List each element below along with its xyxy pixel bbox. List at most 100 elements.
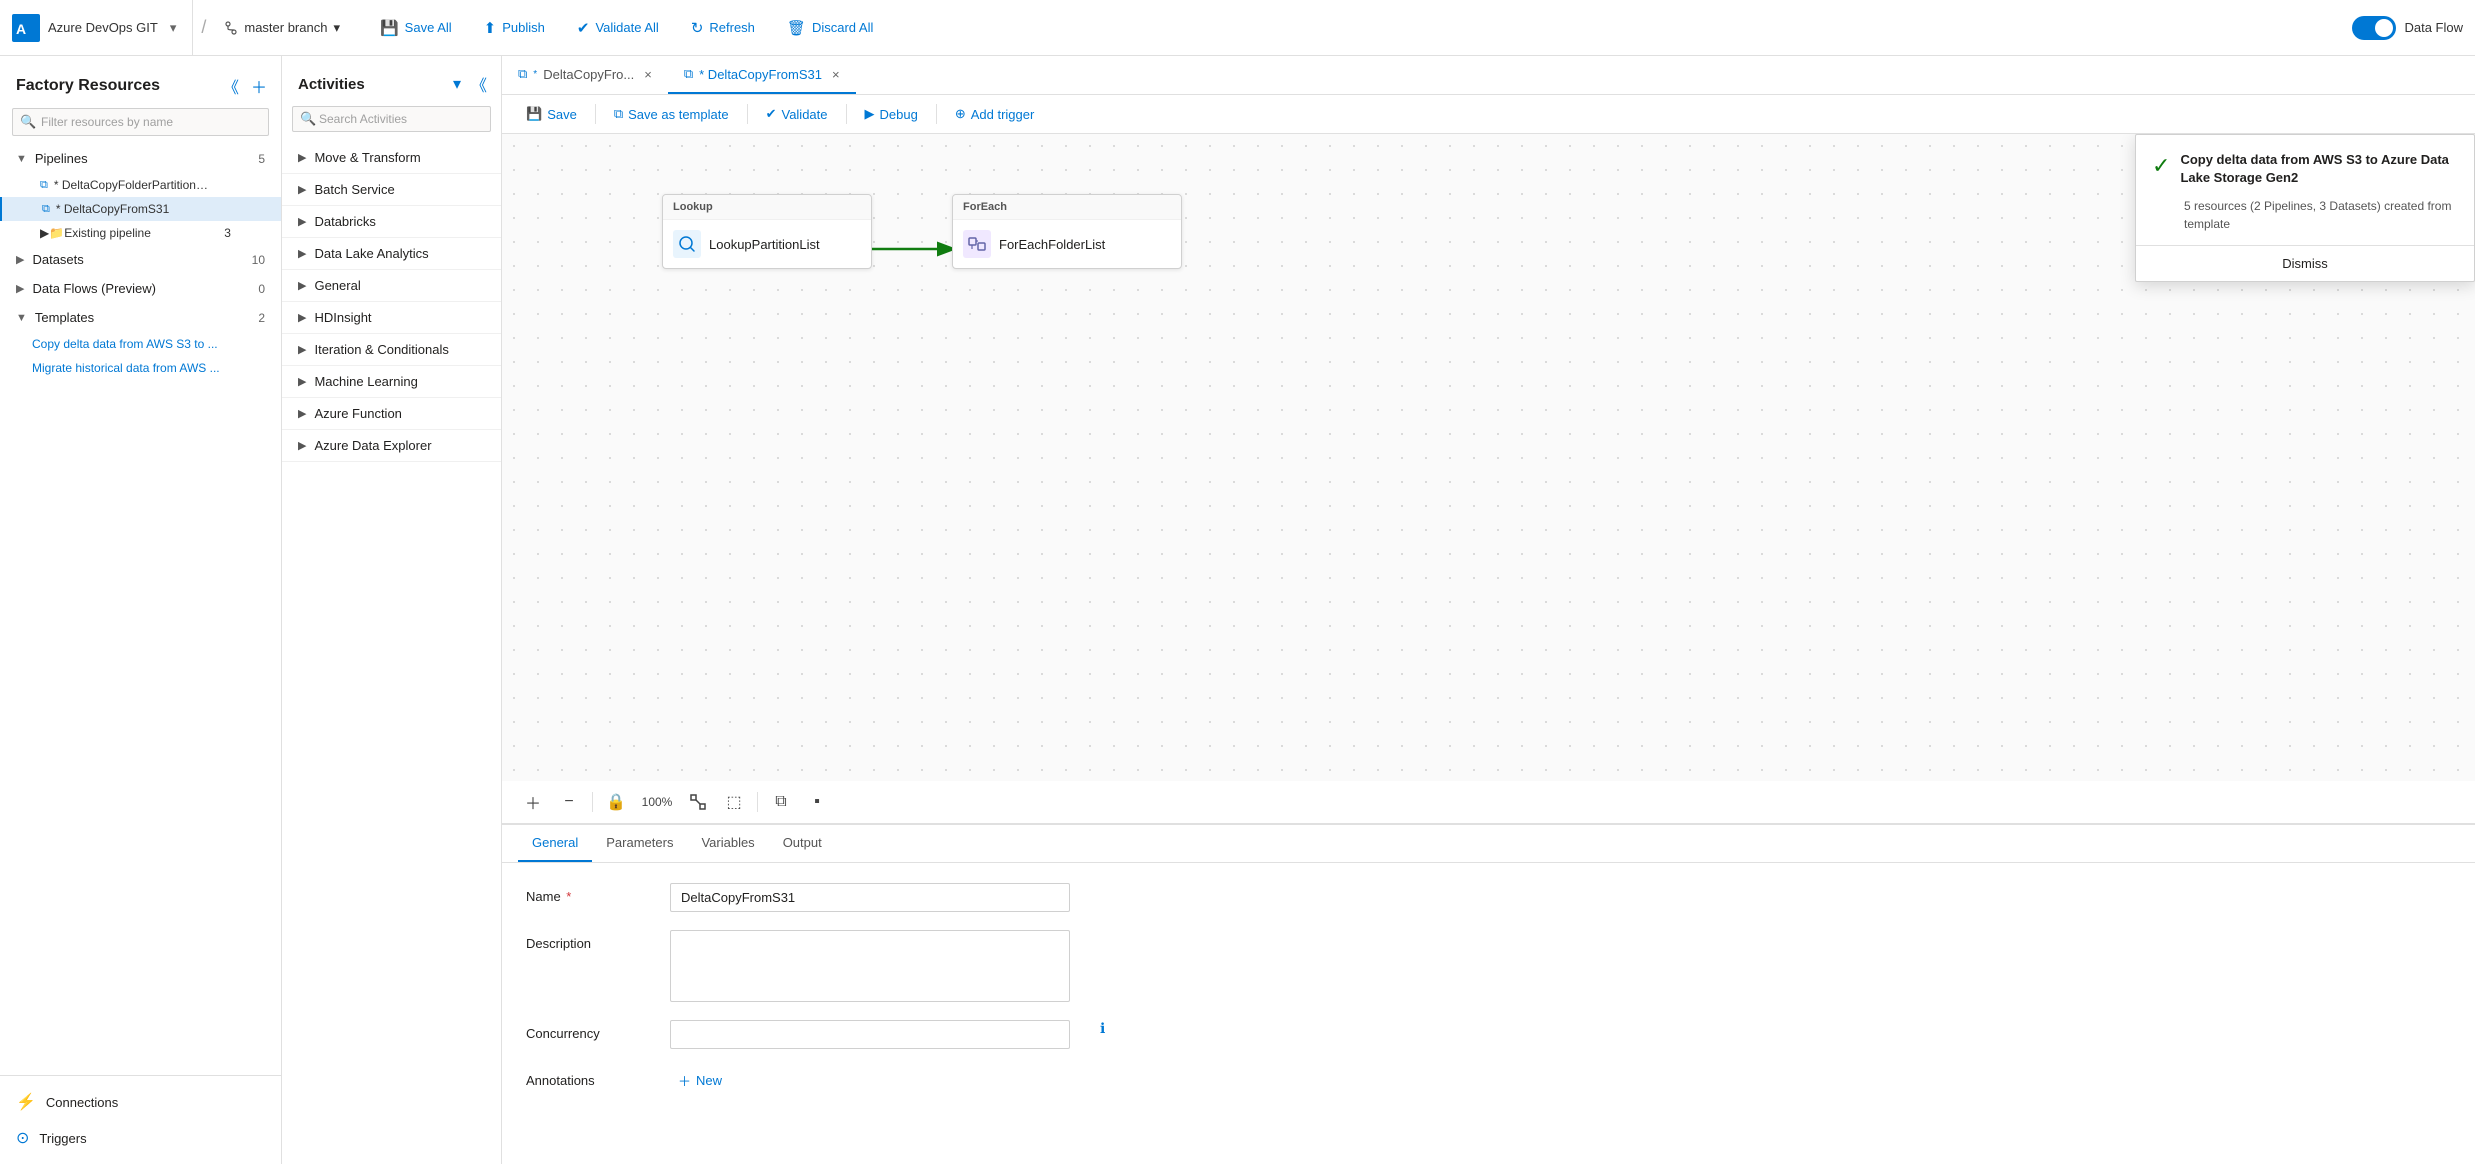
tab1-icon: ⧉ — [518, 66, 527, 82]
annotations-new-button[interactable]: ＋ New — [670, 1067, 730, 1094]
fit-screen-icon-btn[interactable] — [683, 787, 713, 817]
concurrency-input[interactable] — [670, 1020, 1070, 1049]
activity-group-azure-data-explorer[interactable]: ▶ Azure Data Explorer — [282, 430, 501, 462]
canvas-tab-1[interactable]: ⧉ * DeltaCopyFro... × — [502, 56, 668, 94]
sidebar-pipeline-item-1[interactable]: ⧉ * DeltaCopyFolderPartitionFr... — [0, 173, 281, 197]
sidebar-triggers[interactable]: ⊙ Triggers — [0, 1120, 281, 1156]
branch-selector[interactable]: master branch ▾ — [214, 16, 350, 40]
general-label: General — [314, 278, 360, 293]
select-icon-btn[interactable]: ⬚ — [719, 787, 749, 817]
tab2-close-icon[interactable]: × — [832, 67, 840, 82]
triggers-label: Triggers — [39, 1131, 86, 1146]
tab1-close-icon[interactable]: × — [644, 67, 652, 82]
dataflow-toggle[interactable] — [2352, 16, 2396, 40]
add-icon-btn[interactable]: ＋ — [518, 787, 548, 817]
dataflow-toggle-section: Data Flow — [2352, 16, 2463, 40]
sidebar-search-input[interactable] — [12, 108, 269, 136]
canvas-validate-button[interactable]: ✔ Validate — [754, 101, 840, 127]
save-all-button[interactable]: 💾 Save All — [366, 13, 466, 43]
canvas-save-button[interactable]: 💾 Save — [514, 101, 589, 127]
concurrency-info-icon[interactable]: ℹ — [1100, 1020, 1105, 1037]
validate-all-icon: ✔ — [577, 19, 590, 37]
left-sidebar: Factory Resources 《 ＋ 🔍 ▼ Pipelines 5 ⧉ … — [0, 56, 282, 1164]
activities-search-icon: 🔍 — [300, 111, 316, 127]
activity-group-iteration-conditionals[interactable]: ▶ Iteration & Conditionals — [282, 334, 501, 366]
notification-body: 5 resources (2 Pipelines, 3 Datasets) cr… — [2136, 197, 2474, 245]
activity-group-batch-service[interactable]: ▶ Batch Service — [282, 174, 501, 206]
sidebar-pipeline-item-2[interactable]: ⧉ * DeltaCopyFromS31 — [0, 197, 281, 221]
dataflows-count: 0 — [258, 282, 265, 296]
name-input[interactable] — [670, 883, 1070, 912]
debug-button[interactable]: ▶ Debug — [853, 101, 930, 127]
sidebar-item-pipelines[interactable]: ▼ Pipelines 5 — [0, 144, 281, 173]
databricks-label: Databricks — [314, 214, 375, 229]
foreach-node-body: ForEachFolderList — [953, 220, 1181, 268]
prop-content: Name * Description Concurrency ℹ Annotat… — [502, 863, 2475, 1114]
foreach-node[interactable]: ForEach ForEachFolderList — [952, 194, 1182, 269]
publish-button[interactable]: ⬆ Publish — [470, 13, 559, 43]
layout-icon-btn[interactable]: ⧉ — [766, 787, 796, 817]
activities-close-btn[interactable]: 《 — [469, 70, 489, 98]
general-expand-icon: ▶ — [298, 279, 306, 292]
debug-icon: ▶ — [865, 106, 875, 122]
validate-all-button[interactable]: ✔ Validate All — [563, 13, 673, 43]
annotations-content: ＋ New — [670, 1067, 730, 1094]
prop-tab-parameters[interactable]: Parameters — [592, 825, 687, 862]
refresh-button[interactable]: ↻ Refresh — [677, 13, 769, 43]
prop-tab-output[interactable]: Output — [769, 825, 836, 862]
activity-group-machine-learning[interactable]: ▶ Machine Learning — [282, 366, 501, 398]
zoom100-icon-btn[interactable]: 100% — [637, 787, 677, 817]
remove-icon-btn[interactable]: − — [554, 787, 584, 817]
sidebar-item-dataflows[interactable]: ▶ Data Flows (Preview) 0 — [0, 274, 281, 303]
notification-dismiss-button[interactable]: Dismiss — [2136, 245, 2474, 281]
canvas-toolbar-sep3 — [846, 104, 847, 124]
sidebar-header: Factory Resources 《 ＋ — [0, 56, 281, 108]
canvas-tab-2[interactable]: ⧉ * DeltaCopyFromS31 × — [668, 56, 856, 94]
sidebar-item-datasets[interactable]: ▶ Datasets 10 — [0, 245, 281, 274]
prop-tab-variables[interactable]: Variables — [687, 825, 768, 862]
activity-group-move-transform[interactable]: ▶ Move & Transform — [282, 142, 501, 174]
activity-group-hdinsight[interactable]: ▶ HDInsight — [282, 302, 501, 334]
lookup-node[interactable]: Lookup LookupPartitionList — [662, 194, 872, 269]
activity-group-general[interactable]: ▶ General — [282, 270, 501, 302]
lock-icon-btn[interactable]: 🔒 — [601, 787, 631, 817]
add-trigger-button[interactable]: ⊕ Add trigger — [943, 101, 1047, 127]
activity-group-azure-function[interactable]: ▶ Azure Function — [282, 398, 501, 430]
move-transform-expand-icon: ▶ — [298, 151, 306, 164]
iteration-conditionals-expand-icon: ▶ — [298, 343, 306, 356]
canvas-toolbar-sep1 — [595, 104, 596, 124]
activities-search-input[interactable] — [292, 106, 491, 132]
machine-learning-expand-icon: ▶ — [298, 375, 306, 388]
separator-icon: / — [201, 17, 206, 38]
prop-tab-general[interactable]: General — [518, 825, 592, 862]
pipeline-canvas: Lookup LookupPartitionList — [502, 134, 2475, 781]
brand-dropdown-icon[interactable]: ▾ — [170, 20, 177, 36]
template-item-1[interactable]: Copy delta data from AWS S3 to ... — [0, 332, 281, 356]
batch-service-expand-icon: ▶ — [298, 183, 306, 196]
template-item-2[interactable]: Migrate historical data from AWS ... — [0, 356, 281, 380]
expand-icon: ▼ — [16, 153, 27, 165]
discard-all-button[interactable]: 🗑 Discard All — [773, 13, 887, 43]
description-input[interactable] — [670, 930, 1070, 1002]
sidebar-collapse-icon[interactable]: 《 — [221, 72, 241, 100]
activity-group-databricks[interactable]: ▶ Databricks — [282, 206, 501, 238]
activities-collapse-btn[interactable]: ▾ — [451, 70, 463, 98]
save-as-template-button[interactable]: ⧉ Save as template — [602, 101, 741, 127]
data-lake-analytics-label: Data Lake Analytics — [314, 246, 428, 261]
activity-group-data-lake-analytics[interactable]: ▶ Data Lake Analytics — [282, 238, 501, 270]
activities-header: Activities ▾ 《 — [282, 56, 501, 106]
description-row: Description — [526, 930, 2451, 1002]
sidebar-item-templates[interactable]: ▼ Templates 2 — [0, 303, 281, 332]
sidebar-existing-pipeline[interactable]: ▶ 📁 Existing pipeline 3 — [0, 221, 281, 245]
machine-learning-label: Machine Learning — [314, 374, 417, 389]
canvas-tabs: ⧉ * DeltaCopyFro... × ⧉ * DeltaCopyFromS… — [502, 56, 2475, 95]
datasets-label: Datasets — [32, 252, 247, 267]
azure-data-explorer-label: Azure Data Explorer — [314, 438, 431, 453]
properties-tabs: General Parameters Variables Output — [502, 825, 2475, 863]
sidebar-add-icon[interactable]: ＋ — [249, 72, 269, 100]
properties-panel: General Parameters Variables Output Name… — [502, 824, 2475, 1164]
existing-expand-icon: ▶ — [40, 226, 49, 240]
name-label: Name * — [526, 883, 646, 904]
sidebar-connections[interactable]: ⚡ Connections — [0, 1084, 281, 1120]
format-icon-btn[interactable]: ▪ — [802, 787, 832, 817]
